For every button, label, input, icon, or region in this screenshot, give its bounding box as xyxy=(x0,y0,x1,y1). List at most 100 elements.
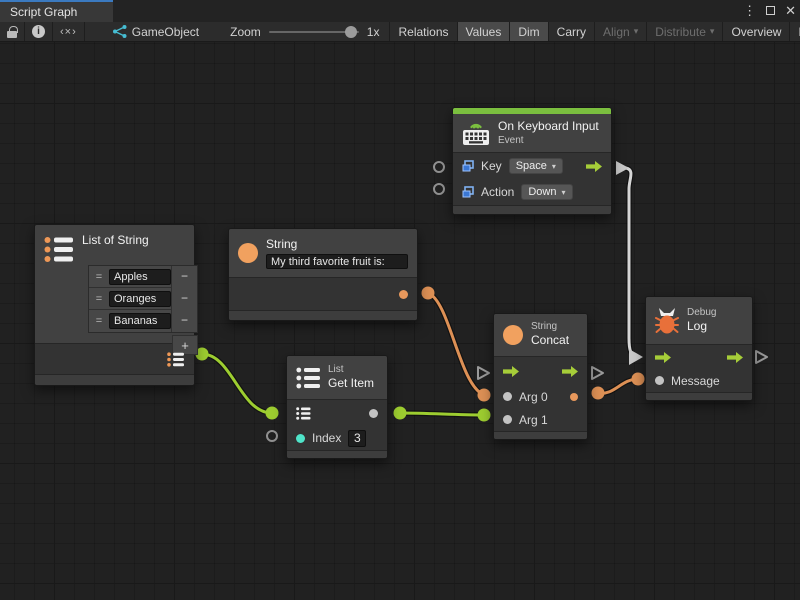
zoom-value: 1x xyxy=(367,25,380,39)
arg1-port-icon[interactable] xyxy=(503,415,512,424)
node-footer xyxy=(229,310,417,320)
node-list-of-string[interactable]: List of String = − = − = xyxy=(34,224,195,386)
drag-handle-icon[interactable]: = xyxy=(89,315,109,327)
node-debug-log[interactable]: Debug Log Message xyxy=(645,296,753,401)
tab-script-graph[interactable]: Script Graph xyxy=(0,0,113,22)
values-button[interactable]: Values xyxy=(458,22,511,41)
overview-button[interactable]: Overview xyxy=(723,22,790,41)
info-icon: i xyxy=(32,25,45,38)
chevron-down-icon: ▾ xyxy=(710,26,715,37)
close-icon[interactable]: ✕ xyxy=(785,0,796,22)
port-log-trigger-output[interactable] xyxy=(756,351,767,363)
chevron-down-icon: ▾ xyxy=(561,188,565,197)
bug-icon xyxy=(655,307,679,335)
trigger-input-arrow[interactable] xyxy=(655,352,671,363)
port-concat-arg0-input[interactable] xyxy=(478,389,491,402)
remove-item-button[interactable]: − xyxy=(171,288,197,310)
string-output-port[interactable] xyxy=(399,290,408,299)
port-concat-trigger-output[interactable] xyxy=(592,367,603,379)
graph-canvas[interactable]: On Keyboard Input Event Key Space ▾ xyxy=(0,42,800,600)
port-getitem-output[interactable] xyxy=(394,407,407,420)
gameobject-breadcrumb[interactable]: GameObject xyxy=(85,22,206,41)
key-dropdown[interactable]: Space ▾ xyxy=(509,158,563,174)
action-dropdown[interactable]: Down ▾ xyxy=(521,184,572,200)
arg0-port-icon[interactable] xyxy=(503,392,512,401)
list-icon xyxy=(44,236,74,263)
node-footer xyxy=(453,205,611,214)
node-get-item[interactable]: List Get Item Index xyxy=(286,355,388,459)
gameobject-label: GameObject xyxy=(132,25,199,39)
port-getitem-index-input[interactable] xyxy=(267,431,277,441)
carry-button[interactable]: Carry xyxy=(549,22,595,41)
wire-control-keyboard-to-log xyxy=(626,168,639,357)
wire-concat-to-log xyxy=(598,379,638,393)
relations-button[interactable]: Relations xyxy=(389,22,457,41)
index-port-icon[interactable] xyxy=(296,434,305,443)
info-button[interactable]: i xyxy=(25,22,53,41)
port-keyboard-action-input[interactable] xyxy=(434,184,444,194)
node-footer xyxy=(287,450,387,458)
list-item-input[interactable] xyxy=(109,291,171,307)
zoom-slider[interactable] xyxy=(269,31,359,33)
node-string-literal[interactable]: String xyxy=(228,228,418,321)
wire-shadow xyxy=(400,413,484,415)
remove-item-button[interactable]: − xyxy=(171,266,197,288)
node-on-keyboard-input[interactable]: On Keyboard Input Event Key Space ▾ xyxy=(452,107,612,215)
list-item-input[interactable] xyxy=(109,269,171,285)
list-item-row: = − xyxy=(89,288,197,310)
distribute-button[interactable]: Distribute▾ xyxy=(647,22,723,41)
node-title: List of String xyxy=(82,233,149,249)
code-view-button[interactable]: ‹×› xyxy=(53,22,85,41)
zoom-handle[interactable] xyxy=(345,26,357,38)
node-title: Log xyxy=(687,319,716,335)
trigger-input-arrow[interactable] xyxy=(503,366,519,377)
maximize-icon[interactable] xyxy=(766,2,775,20)
script-graph-window: Script Graph ⋮ ✕ i ‹×› GameObject Zoom 1… xyxy=(0,0,800,600)
dim-button[interactable]: Dim xyxy=(510,22,548,41)
port-concat-arg1-input[interactable] xyxy=(478,409,491,422)
node-title: Concat xyxy=(531,333,569,349)
wire-shadow xyxy=(598,379,638,393)
list-item-input[interactable] xyxy=(109,313,171,329)
gameobject-icon xyxy=(113,25,127,38)
drag-handle-icon[interactable]: = xyxy=(89,271,109,283)
trigger-output-arrow[interactable] xyxy=(727,352,743,363)
trigger-output-arrow[interactable] xyxy=(586,161,602,172)
trigger-output-arrow[interactable] xyxy=(562,366,578,377)
port-keyboard-key-input[interactable] xyxy=(434,162,444,172)
list-input-icon[interactable] xyxy=(296,407,311,420)
wire-shadow xyxy=(428,293,484,395)
list-item-row: = − xyxy=(89,310,197,332)
port-getitem-list-input[interactable] xyxy=(266,407,279,420)
drag-handle-icon[interactable]: = xyxy=(89,293,109,305)
menu-icon[interactable]: ⋮ xyxy=(743,0,756,22)
lock-button[interactable] xyxy=(0,22,25,41)
tab-title: Script Graph xyxy=(10,5,77,19)
fullscreen-button[interactable]: Full Screen xyxy=(790,22,800,41)
list-item-row: = − xyxy=(89,266,197,288)
string-value-input[interactable] xyxy=(266,254,408,269)
lock-icon xyxy=(7,31,17,38)
port-concat-trigger-input[interactable] xyxy=(478,367,489,379)
string-type-icon xyxy=(503,325,523,345)
wire-shadow xyxy=(202,354,272,413)
node-footer xyxy=(646,392,752,400)
align-button[interactable]: Align▾ xyxy=(595,22,647,41)
message-port-icon[interactable] xyxy=(655,376,664,385)
node-category: List xyxy=(328,364,374,376)
index-input[interactable] xyxy=(348,430,366,447)
port-concat-result-output[interactable] xyxy=(592,387,605,400)
wire-start-arrow[interactable] xyxy=(616,161,629,175)
port-string-output[interactable] xyxy=(422,287,435,300)
node-concat[interactable]: String Concat Arg 0 Arg 1 xyxy=(493,313,588,440)
zoom-label: Zoom xyxy=(230,25,261,39)
result-output-port[interactable] xyxy=(570,393,578,401)
node-category: Debug xyxy=(687,307,716,319)
remove-item-button[interactable]: − xyxy=(171,310,197,332)
node-title: Get Item xyxy=(328,376,374,392)
wire-end-arrow[interactable] xyxy=(629,349,643,365)
port-log-message-input[interactable] xyxy=(632,373,645,386)
item-output-port[interactable] xyxy=(369,409,378,418)
list-output-icon[interactable] xyxy=(167,352,185,367)
node-category: String xyxy=(531,321,569,333)
